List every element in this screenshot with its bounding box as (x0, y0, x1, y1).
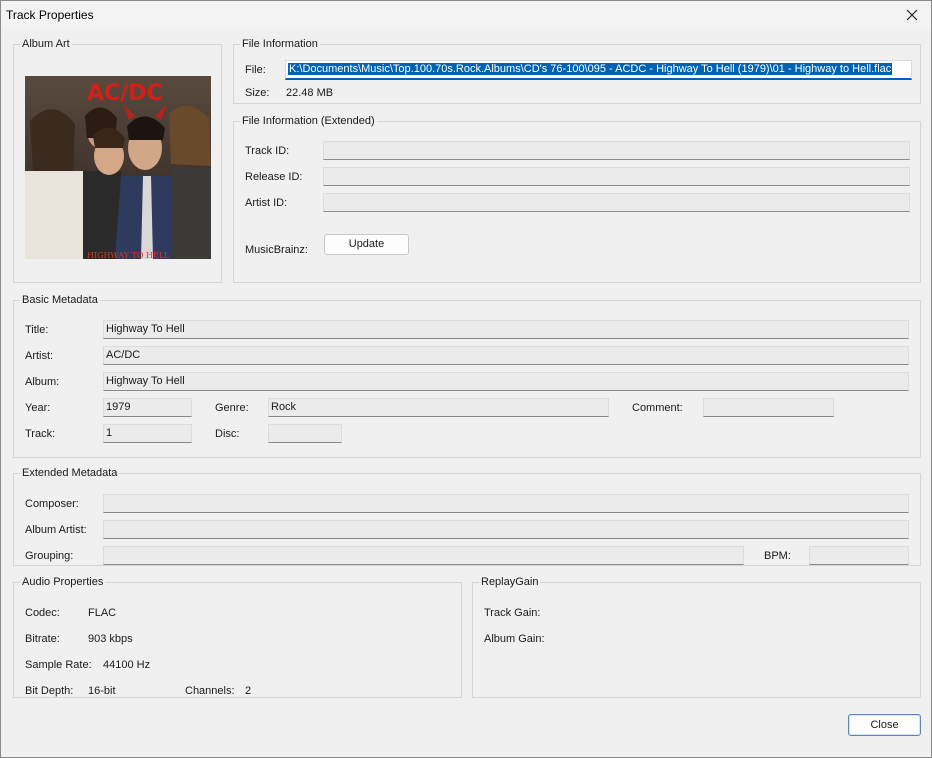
file-label: File: (245, 64, 266, 76)
file-info-group-label: File Information (240, 38, 320, 50)
album-art-image: AC/DC HIGHWAY TO HELL (25, 76, 211, 259)
bit-depth-label: Bit Depth: (25, 685, 74, 697)
year-label: Year: (25, 402, 51, 414)
codec-label: Codec: (25, 607, 60, 619)
artist-id-field[interactable] (323, 193, 910, 212)
artist-label: Artist: (25, 350, 54, 362)
track-id-field[interactable] (323, 141, 910, 160)
bit-depth-value: 16-bit (88, 685, 116, 697)
sample-rate-label: Sample Rate: (25, 659, 92, 671)
sample-rate-value: 44100 Hz (103, 659, 151, 671)
title-label: Title: (25, 324, 49, 336)
genre-field[interactable]: Rock (268, 398, 609, 417)
track-label: Track: (25, 428, 56, 440)
channels-value: 2 (245, 685, 252, 697)
track-id-label: Track ID: (245, 145, 290, 157)
album-artist-field[interactable] (103, 520, 909, 539)
audio-properties-group: Audio Properties (13, 576, 462, 698)
file-path-field[interactable]: K:\Documents\Music\Top.100.70s.Rock.Albu… (285, 60, 912, 80)
cover-title-text: HIGHWAY TO HELL (87, 251, 170, 259)
close-button[interactable]: Close (848, 714, 921, 736)
genre-label: Genre: (215, 402, 249, 414)
track-properties-window: Track Properties Album Art AC/DC HIGHWAY… (0, 0, 932, 758)
bitrate-label: Bitrate: (25, 633, 60, 645)
window-title: Track Properties (6, 8, 94, 22)
channels-label: Channels: (185, 685, 235, 697)
album-artist-label: Album Artist: (25, 524, 87, 536)
file-path-selected-text: K:\Documents\Music\Top.100.70s.Rock.Albu… (288, 63, 893, 75)
basic-metadata-group-label: Basic Metadata (20, 294, 100, 306)
bpm-field[interactable] (809, 546, 909, 565)
size-value: 22.48 MB (286, 87, 334, 99)
disc-field[interactable] (268, 424, 342, 443)
track-gain-label: Track Gain: (484, 607, 541, 619)
release-id-label: Release ID: (245, 171, 303, 183)
artist-id-label: Artist ID: (245, 197, 288, 209)
size-label: Size: (245, 87, 270, 99)
composer-field[interactable] (103, 494, 909, 513)
replay-gain-group-label: ReplayGain (479, 576, 541, 588)
release-id-field[interactable] (323, 167, 910, 186)
musicbrainz-label: MusicBrainz: (245, 244, 308, 256)
grouping-field[interactable] (103, 546, 744, 565)
year-field[interactable]: 1979 (103, 398, 192, 417)
cover-band-logo: AC/DC (87, 81, 163, 106)
comment-label: Comment: (632, 402, 683, 414)
audio-properties-group-label: Audio Properties (20, 576, 106, 588)
bitrate-value: 903 kbps (88, 633, 133, 645)
close-icon (906, 9, 918, 21)
grouping-label: Grouping: (25, 550, 74, 562)
artist-field[interactable]: AC/DC (103, 346, 909, 365)
track-field[interactable]: 1 (103, 424, 192, 443)
album-label: Album: (25, 376, 60, 388)
title-bar: Track Properties (1, 1, 931, 29)
bpm-label: BPM: (764, 550, 791, 562)
album-art-group-label: Album Art (20, 38, 72, 50)
window-close-button[interactable] (897, 1, 927, 29)
disc-label: Disc: (215, 428, 240, 440)
update-button[interactable]: Update (324, 234, 409, 255)
codec-value: FLAC (88, 607, 117, 619)
file-info-ext-group-label: File Information (Extended) (240, 115, 377, 127)
composer-label: Composer: (25, 498, 79, 510)
album-field[interactable]: Highway To Hell (103, 372, 909, 391)
comment-field[interactable] (703, 398, 834, 417)
album-cover-picture: AC/DC HIGHWAY TO HELL (25, 76, 211, 259)
extended-metadata-group-label: Extended Metadata (20, 467, 120, 479)
title-field[interactable]: Highway To Hell (103, 320, 909, 339)
album-gain-label: Album Gain: (484, 633, 545, 645)
